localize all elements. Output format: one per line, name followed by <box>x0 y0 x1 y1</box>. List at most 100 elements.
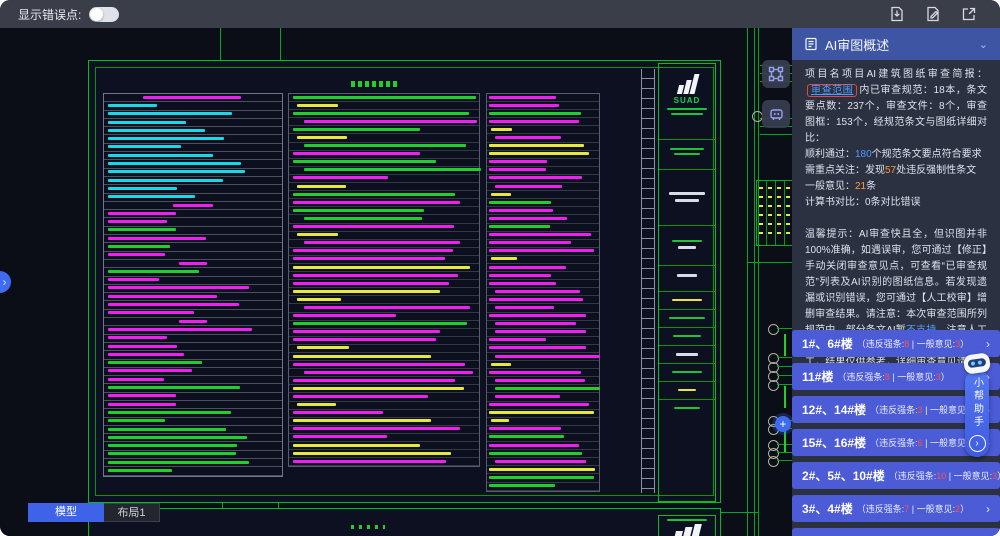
assistant-expand-button[interactable]: › <box>969 435 986 452</box>
cad-text-row <box>487 450 599 458</box>
show-errors-toggle[interactable] <box>89 7 119 22</box>
general-count: 21 <box>855 181 866 192</box>
add-marker-button[interactable]: + <box>775 416 791 432</box>
cad-text-row <box>104 135 282 143</box>
cad-notes-right <box>486 93 600 492</box>
cad-text-row <box>487 183 599 191</box>
cad-text-row <box>104 285 282 293</box>
scope-link[interactable]: 审查范围 <box>811 85 853 96</box>
cad-text-row <box>289 94 479 102</box>
cad-logo-section: SUAD <box>659 64 715 140</box>
cad-text-row <box>487 167 599 175</box>
cad-text-row <box>104 185 282 193</box>
cad-text-row <box>487 418 599 426</box>
cad-text-row <box>289 207 479 215</box>
focus-count: 57 <box>885 165 896 176</box>
cad-text-row <box>104 401 282 409</box>
cad-text-row <box>289 191 479 199</box>
building-name: 15#、16#楼 <box>802 434 866 451</box>
cad-text-row <box>289 385 479 393</box>
cad-text-row <box>487 215 599 223</box>
cad-text-row <box>487 337 599 345</box>
cad-mini-table <box>756 180 794 246</box>
tab-model[interactable]: 模型 <box>28 503 104 522</box>
cad-text-row <box>104 227 282 235</box>
cad-text-row <box>487 434 599 442</box>
cad-text-row <box>104 368 282 376</box>
building-row[interactable]: 2#、5#、10#楼（违反强条:10 | 一般意见:3）› <box>792 462 1000 489</box>
cad-text-row <box>104 310 282 318</box>
building-row[interactable]: 3#、4#楼（违反强条:7 | 一般意见:2）› <box>792 495 1000 522</box>
cad-text-row <box>487 151 599 159</box>
cad-text-row <box>289 224 479 232</box>
cad-line <box>758 28 759 536</box>
cad-dots <box>351 525 385 529</box>
cad-text-row <box>104 127 282 135</box>
cad-text-row <box>104 94 282 102</box>
cad-text-row <box>289 264 479 272</box>
cad-text-row <box>104 260 282 268</box>
cad-text-row <box>104 210 282 218</box>
chevron-down-icon[interactable]: ⌄ <box>979 38 988 51</box>
building-name: 11#楼 <box>802 368 833 385</box>
cad-text-row <box>289 458 479 466</box>
cad-text-row <box>289 272 479 280</box>
open-external-icon[interactable] <box>960 5 978 23</box>
export-report-icon[interactable] <box>888 5 906 23</box>
pass-suffix: 个规范条文要点符合要求 <box>872 149 982 160</box>
cad-text-row <box>487 248 599 256</box>
building-row[interactable]: 1#、6#楼（违反强条:8 | 一般意见:3）› <box>792 330 1000 357</box>
assistant-pill[interactable]: 小帮助手 › <box>965 370 989 457</box>
cad-text-row <box>104 376 282 384</box>
edit-report-icon[interactable] <box>924 5 942 23</box>
cad-text-row <box>289 215 479 223</box>
cad-text-row <box>104 426 282 434</box>
building-name: 12#、14#楼 <box>802 401 866 418</box>
cad-text-row <box>104 343 282 351</box>
cad-text-row <box>289 442 479 450</box>
cad-text-row <box>104 434 282 442</box>
cad-line <box>718 512 758 513</box>
cad-title-block: SUAD <box>658 63 716 502</box>
robot-assistant-tool-button[interactable] <box>762 100 790 128</box>
building-stats: （违反强条:7 | 一般意见:2） <box>857 502 969 515</box>
cad-text-row <box>487 232 599 240</box>
cad-text-row <box>289 313 479 321</box>
cad-text-row <box>487 369 599 377</box>
general-suffix: 条 <box>866 181 876 192</box>
cad-text-row <box>487 377 599 385</box>
building-row[interactable] <box>792 528 1000 536</box>
expand-left-panel-button[interactable]: › <box>0 271 11 293</box>
tab-layout1[interactable]: 布局1 <box>104 503 160 522</box>
layout-tabs: 模型 布局1 <box>28 503 160 522</box>
panel-header[interactable]: AI审图概述 ⌄ <box>792 28 1000 60</box>
cad-text-row <box>487 175 599 183</box>
cad-text-row <box>289 102 479 110</box>
cad-text-row <box>104 268 282 276</box>
cad-text-row <box>487 118 599 126</box>
cad-text-row <box>289 304 479 312</box>
general-label: 一般意见： <box>805 181 855 192</box>
cad-text-row <box>104 293 282 301</box>
cad-text-row <box>487 159 599 167</box>
cad-text-row <box>487 199 599 207</box>
cad-text-row <box>289 450 479 458</box>
panel-title: AI审图概述 <box>825 35 889 54</box>
selection-frame-tool-button[interactable] <box>762 60 790 88</box>
cad-text-row <box>289 361 479 369</box>
assistant-widget[interactable]: 小帮助手 › <box>961 354 993 457</box>
pass-count: 180 <box>855 149 872 160</box>
suad-logo-icon <box>659 74 715 94</box>
toolbar-actions <box>888 5 978 23</box>
robot-icon <box>963 352 991 374</box>
cad-text-row <box>289 288 479 296</box>
building-stats: （违反强条:8 | 一般意见:3） <box>857 337 969 350</box>
cad-line <box>748 262 792 263</box>
building-stats: （违反强条:10 | 一般意见:3） <box>889 469 1000 482</box>
assistant-label: 小帮助手 <box>970 377 985 429</box>
top-toolbar: 显示错误点: <box>0 0 1000 28</box>
cad-text-row <box>487 361 599 369</box>
chevron-right-icon: › <box>986 337 990 351</box>
cad-text-row <box>289 329 479 337</box>
building-name: 2#、5#、10#楼 <box>802 467 885 484</box>
